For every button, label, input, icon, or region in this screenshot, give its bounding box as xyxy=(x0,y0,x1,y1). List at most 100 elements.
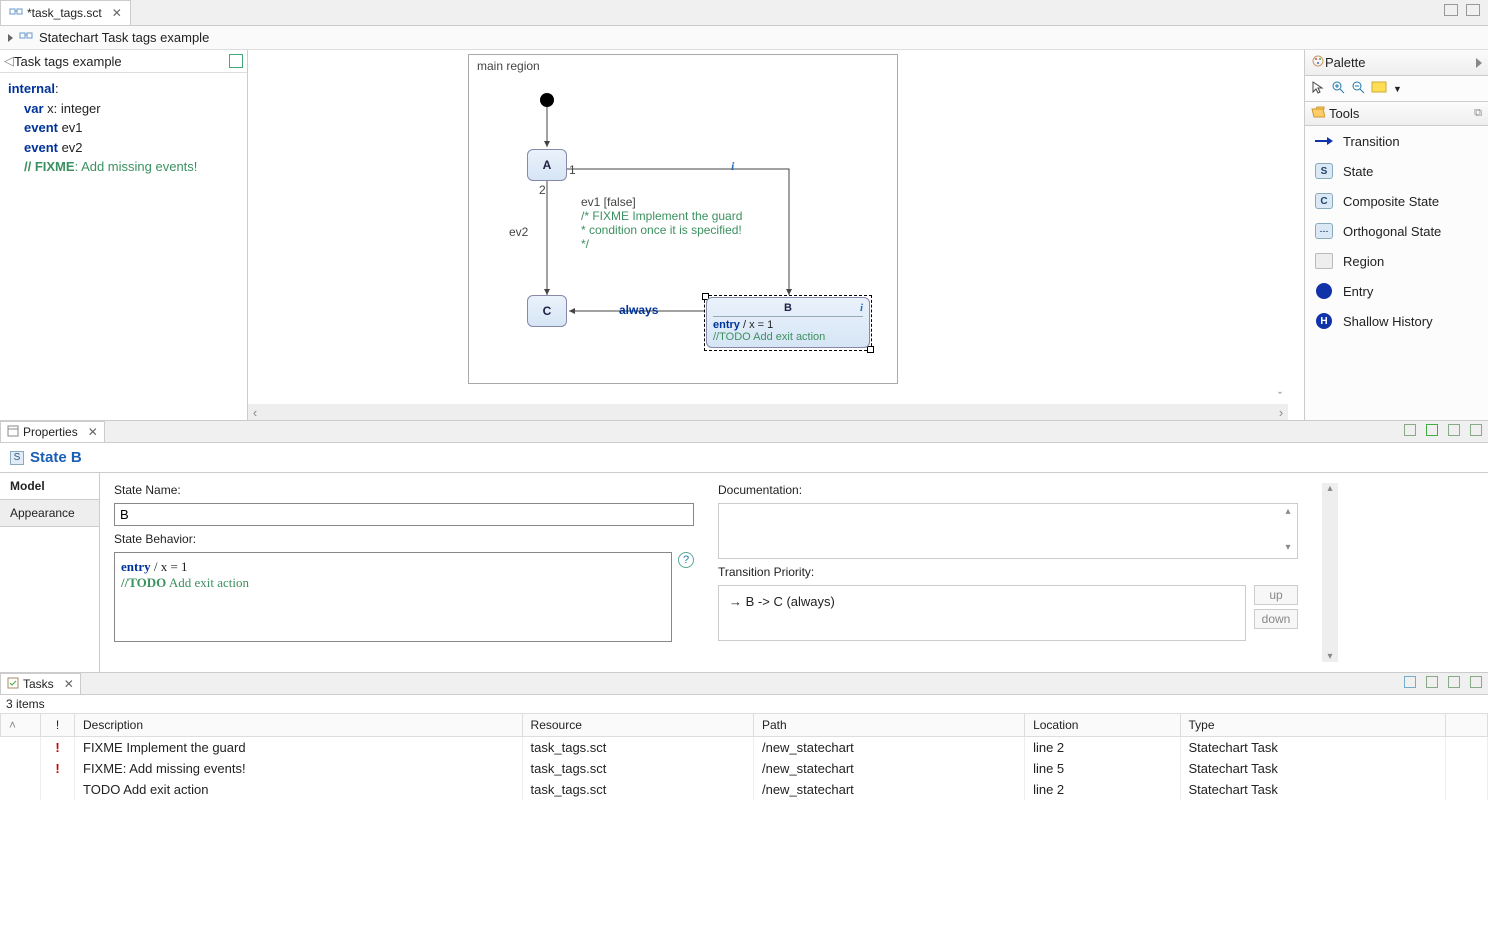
vertical-scrollbar[interactable]: ˇ xyxy=(1272,50,1288,404)
palette-item-shallow-history[interactable]: H Shallow History xyxy=(1305,306,1488,336)
pin-view-icon[interactable] xyxy=(1426,424,1438,436)
state-a[interactable]: A xyxy=(527,149,567,181)
tab-model[interactable]: Model xyxy=(0,473,99,500)
region-icon xyxy=(1313,252,1335,270)
arrow-right-icon: → xyxy=(729,594,746,609)
scroll-left-icon[interactable]: ‹ xyxy=(248,405,262,420)
scroll-down-icon[interactable]: ˇ xyxy=(1278,389,1282,404)
tasks-table: ! Description Resource Path Location Typ… xyxy=(0,713,1488,800)
scroll-down-icon[interactable]: ▾ xyxy=(1281,542,1295,556)
help-icon[interactable]: ? xyxy=(678,552,694,568)
documentation-label: Documentation: xyxy=(718,483,1298,497)
state-c[interactable]: C xyxy=(527,295,567,327)
region-label: main region xyxy=(477,59,540,73)
palette-item-state[interactable]: S State xyxy=(1305,156,1488,186)
table-row[interactable]: !FIXME: Add missing events!task_tags.sct… xyxy=(1,758,1488,779)
minimize-view-icon[interactable] xyxy=(1448,676,1460,688)
scroll-right-icon[interactable]: › xyxy=(1274,405,1288,420)
transition-label-ev2[interactable]: ev2 xyxy=(509,225,528,239)
properties-view: Properties ✕ S State B Model Appearance … xyxy=(0,420,1488,672)
transition-priority-1: 1 xyxy=(569,163,576,177)
editor-tab[interactable]: *task_tags.sct ✕ xyxy=(0,0,131,25)
properties-scrollbar[interactable]: ▴▾ xyxy=(1322,483,1338,662)
palette-item-entry[interactable]: Entry xyxy=(1305,276,1488,306)
breadcrumb-expand-icon[interactable] xyxy=(8,34,13,42)
palette-item-orthogonal-state[interactable]: --- Orthogonal State xyxy=(1305,216,1488,246)
view-menu-icon[interactable] xyxy=(1426,676,1438,688)
col-location[interactable]: Location xyxy=(1025,714,1180,737)
note-tool-icon[interactable] xyxy=(1371,81,1387,96)
orthogonal-state-icon: --- xyxy=(1313,222,1335,240)
table-row[interactable]: !FIXME Implement the guardtask_tags.sct/… xyxy=(1,737,1488,759)
documentation-input[interactable]: ▴ ▾ xyxy=(718,503,1298,559)
palette-item-transition[interactable]: Transition xyxy=(1305,126,1488,156)
minimize-icon[interactable] xyxy=(1444,4,1458,16)
minimize-view-icon[interactable] xyxy=(1448,424,1460,436)
palette-icon xyxy=(1311,54,1325,71)
state-badge-icon: S xyxy=(10,451,24,465)
col-priority[interactable]: ! xyxy=(41,714,75,737)
transition-priority-label: Transition Priority: xyxy=(718,565,1298,579)
maximize-view-icon[interactable] xyxy=(1470,676,1482,688)
info-icon[interactable]: i xyxy=(860,302,863,314)
priority-up-button[interactable]: up xyxy=(1254,585,1298,605)
tasks-icon xyxy=(7,677,19,692)
editor-tab-title: *task_tags.sct xyxy=(27,6,102,20)
transition-label-always[interactable]: always xyxy=(619,303,658,317)
zoom-in-icon[interactable] xyxy=(1331,80,1345,97)
tab-appearance[interactable]: Appearance xyxy=(0,500,99,527)
state-b[interactable]: B i entry / x = 1 //TODO Add exit action xyxy=(706,297,870,348)
state-name-input[interactable] xyxy=(114,503,694,526)
palette-item-composite-state[interactable]: C Composite State xyxy=(1305,186,1488,216)
priority-down-button[interactable]: down xyxy=(1254,609,1298,629)
palette-item-region[interactable]: Region xyxy=(1305,246,1488,276)
palette-header[interactable]: Palette xyxy=(1305,50,1488,76)
col-type[interactable]: Type xyxy=(1180,714,1445,737)
initial-state[interactable] xyxy=(540,93,554,107)
tasks-view: Tasks ✕ 3 items ! Description Resource P… xyxy=(0,672,1488,800)
toolbar-box-icon[interactable] xyxy=(229,54,243,68)
view-action-icon[interactable] xyxy=(1404,424,1416,436)
close-view-icon[interactable]: ✕ xyxy=(88,425,98,439)
col-path[interactable]: Path xyxy=(753,714,1024,737)
tasks-tab[interactable]: Tasks ✕ xyxy=(0,673,81,694)
transition-priority-list[interactable]: → B -> C (always) xyxy=(718,585,1246,641)
zoom-out-icon[interactable] xyxy=(1351,80,1365,97)
maximize-view-icon[interactable] xyxy=(1470,424,1482,436)
state-behavior-editor[interactable]: entry / x = 1 //TODO Add exit action xyxy=(114,552,672,642)
state-icon: S xyxy=(1313,162,1335,180)
state-name-label: State Name: xyxy=(114,483,694,497)
properties-header: S State B xyxy=(0,443,1488,472)
close-tab-icon[interactable]: ✕ xyxy=(112,6,122,20)
breadcrumb: Statechart Task tags example xyxy=(0,26,1488,50)
info-icon[interactable]: i xyxy=(731,159,734,174)
close-view-icon[interactable]: ✕ xyxy=(64,677,74,691)
dropdown-arrow-icon[interactable]: ▼ xyxy=(1393,84,1402,94)
definition-header: ◁ Task tags example xyxy=(0,50,247,73)
table-row[interactable]: TODO Add exit actiontask_tags.sct/new_st… xyxy=(1,779,1488,800)
col-description[interactable]: Description xyxy=(75,714,523,737)
transition-icon xyxy=(1313,132,1335,150)
editor-area: ◁ Task tags example internal: var x: int… xyxy=(0,50,1488,420)
state-behavior-label: State Behavior: xyxy=(114,532,694,546)
definition-code[interactable]: internal: var x: integer event ev1 event… xyxy=(0,73,247,183)
composite-state-icon: C xyxy=(1313,192,1335,210)
col-expand[interactable] xyxy=(1,714,41,737)
scroll-up-icon[interactable]: ▴ xyxy=(1281,506,1295,520)
maximize-icon[interactable] xyxy=(1466,4,1480,16)
palette-mini-toolbar: ▼ xyxy=(1305,76,1488,102)
select-tool-icon[interactable] xyxy=(1311,80,1325,97)
palette-category-tools[interactable]: Tools ⧉ xyxy=(1305,102,1488,126)
palette-collapse-icon[interactable] xyxy=(1476,58,1482,68)
diagram-canvas[interactable]: main region A C B i xyxy=(248,50,1488,420)
filter-icon[interactable] xyxy=(1404,676,1416,688)
main-region: main region A C B i xyxy=(468,54,898,384)
horizontal-scrollbar[interactable]: ‹ › xyxy=(248,404,1288,420)
transition-label-ev1[interactable]: ev1 [false] /* FIXME Implement the guard… xyxy=(581,195,742,251)
shallow-history-icon: H xyxy=(1313,312,1335,330)
properties-tab[interactable]: Properties ✕ xyxy=(0,421,105,442)
definition-pane: ◁ Task tags example internal: var x: int… xyxy=(0,50,248,420)
pin-icon[interactable]: ⧉ xyxy=(1474,107,1482,120)
col-resource[interactable]: Resource xyxy=(522,714,753,737)
transition-priority-2: 2 xyxy=(539,183,546,197)
